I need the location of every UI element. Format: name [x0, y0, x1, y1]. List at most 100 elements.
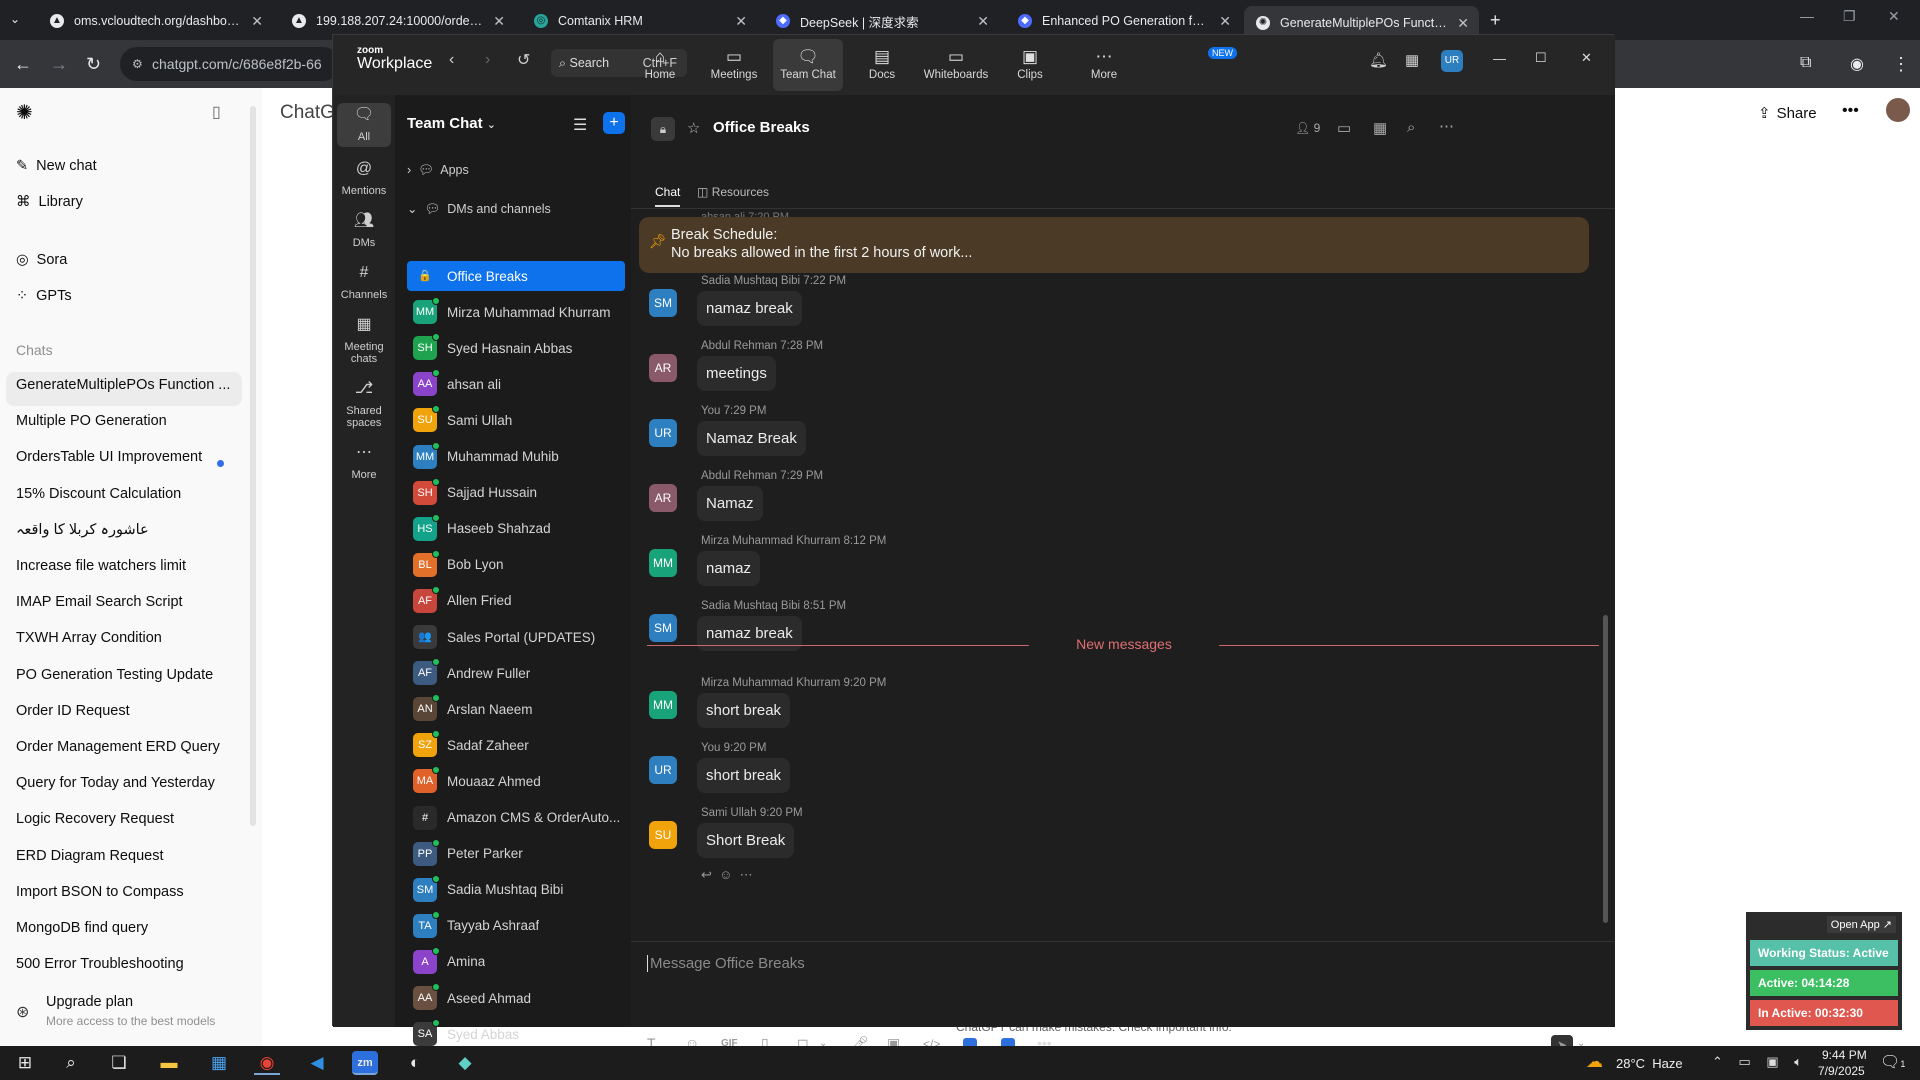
chat-history-item[interactable]: OrdersTable UI Improvement [16, 449, 241, 465]
chat-message[interactable]: MM Mirza Muhammad Khurram 9:20 PM short br… [649, 677, 1549, 735]
reply-icon[interactable]: ↩︎ [701, 867, 712, 882]
app-icon[interactable]: ◆ [452, 1051, 478, 1075]
avatar[interactable]: UR [649, 756, 677, 784]
open-app-button[interactable]: Open App ↗ [1826, 916, 1896, 933]
browser-tab[interactable]: ◆ Enhanced PO Generation for M ✕ [1006, 6, 1241, 36]
sender-name[interactable]: Abdul Rehman [701, 340, 777, 352]
video-icon[interactable]: ▭ [1337, 119, 1351, 137]
tab-more[interactable]: ⋯ More [1069, 47, 1139, 81]
contact-item[interactable]: BL Bob Lyon [407, 549, 625, 580]
calendar-icon[interactable]: ▦ [1405, 51, 1419, 69]
search-icon[interactable]: ⌕ [1407, 119, 1415, 136]
contact-item[interactable]: SH Sajjad Hussain [407, 477, 625, 508]
minimize-button[interactable]: — [1800, 8, 1814, 24]
restore-button[interactable]: ❐ [1843, 8, 1856, 25]
compose-button[interactable]: + [603, 112, 625, 134]
rail-meeting-chats[interactable]: ▦ Meeting chats [337, 313, 391, 366]
forward-icon[interactable]: › [485, 51, 490, 69]
extension-icon[interactable]: ⧉ [1800, 54, 1811, 72]
close-icon[interactable]: ✕ [251, 13, 263, 30]
contact-item[interactable]: SU Sami Ullah [407, 405, 625, 435]
close-window-button[interactable]: ✕ [1581, 50, 1592, 66]
close-icon[interactable]: ✕ [1457, 15, 1469, 32]
avatar[interactable]: AR [649, 484, 677, 512]
chat-message[interactable]: SM Sadia Mushtaq Bibi 7:22 PM namaz break [649, 275, 1549, 333]
sidebar-toggle-icon[interactable]: ▯ [212, 102, 221, 122]
tab-team-chat[interactable]: 🗨︎ Team Chat [773, 39, 843, 91]
minimize-button[interactable]: — [1493, 51, 1506, 66]
library-link[interactable]: ⌘ Library [16, 194, 83, 210]
reload-icon[interactable]: ↻ [86, 54, 101, 75]
contact-item[interactable]: MA Mouaaz Ahmed [407, 766, 625, 796]
chat-history-item[interactable]: IMAP Email Search Script [16, 594, 241, 610]
rail-all[interactable]: 🗨︎ All [337, 103, 391, 147]
chat-scrollbar[interactable] [1603, 615, 1608, 923]
address-bar[interactable]: ⚙ chatgpt.com/c/686e8f2b-66 [120, 47, 340, 81]
chat-message[interactable]: UR You 7:29 PM Namaz Break [649, 405, 1549, 463]
notification-icon[interactable]: 🗨︎1 [1880, 1052, 1905, 1072]
avatar[interactable]: AR [649, 354, 677, 382]
new-tab-button[interactable]: + [1490, 10, 1501, 31]
new-chat-link[interactable]: ✎ New chat [16, 158, 97, 174]
chat-history-item[interactable]: TXWH Array Condition [16, 630, 241, 646]
chat-history-item[interactable]: GenerateMultiplePOs Function ... [16, 377, 241, 393]
close-icon[interactable]: ✕ [977, 13, 989, 30]
chat-history-item[interactable]: PO Generation Testing Update [16, 667, 241, 683]
browser-tab[interactable]: ▲ 199.188.207.24:10000/orders/6 ✕ [280, 6, 515, 36]
file-explorer-icon[interactable]: ▬ [156, 1051, 182, 1075]
chat-history-item[interactable]: 15% Discount Calculation [16, 486, 241, 502]
bell-icon[interactable]: 🔔︎ [1369, 51, 1388, 69]
filter-icon[interactable]: ☰ [573, 115, 587, 135]
chat-history-item[interactable]: Logic Recovery Request [16, 811, 241, 827]
site-info-icon[interactable]: ⚙ [132, 47, 143, 81]
clock-date[interactable]: 7/9/2025 [1818, 1064, 1865, 1078]
close-window-button[interactable]: ✕ [1888, 8, 1900, 25]
more-icon[interactable]: ⋯ [740, 867, 753, 882]
tab-home[interactable]: ⌂ Home [625, 47, 695, 81]
contact-item[interactable]: AA Aseed Ahmad [407, 983, 625, 1013]
rail-dms[interactable]: 👥︎ DMs [337, 209, 391, 253]
browser-tab[interactable]: ▲ oms.vcloudtech.org/dashboard ✕ [38, 6, 273, 36]
tab-docs[interactable]: ▤ Docs [847, 47, 917, 81]
sender-name[interactable]: Sadia Mushtaq Bibi [701, 275, 800, 287]
contact-item[interactable]: SM Sadia Mushtaq Bibi [407, 874, 625, 905]
upgrade-plan-button[interactable]: ⊛ Upgrade plan More access to the best m… [16, 994, 246, 1034]
apps-section[interactable]: › 💬︎ Apps [407, 163, 469, 178]
browser-tab[interactable]: ◆ DeepSeek | 深度求索 ✕ [764, 6, 999, 36]
contact-item[interactable]: HS Haseeb Shahzad [407, 513, 625, 544]
menu-icon[interactable]: ⋮ [1892, 54, 1910, 75]
chat-history-item[interactable]: Order Management ERD Query [16, 739, 241, 755]
star-icon[interactable]: ☆ [687, 119, 700, 137]
maximize-button[interactable]: ☐ [1535, 50, 1547, 66]
chat-history-item[interactable]: Order ID Request [16, 703, 241, 719]
model-title[interactable]: ChatG [280, 102, 335, 124]
windows-start-icon[interactable]: ⊞ [12, 1051, 38, 1075]
chat-message[interactable]: UR You 9:20 PM short break [649, 742, 1549, 800]
avatar[interactable]: SM [649, 289, 677, 317]
tray-icons[interactable]: ⌃ ▭ ▣ 🔈︎ [1712, 1054, 1808, 1070]
contact-item[interactable]: AF Allen Fried [407, 585, 625, 616]
contact-item[interactable]: PP Peter Parker [407, 838, 625, 869]
store-icon[interactable]: ▦ [206, 1051, 232, 1075]
chat-message[interactable]: MM Mirza Muhammad Khurram 8:12 PM namaz [649, 535, 1549, 593]
contact-item[interactable]: A Amina [407, 946, 625, 977]
dms-channels-section[interactable]: ⌄ 💬︎ DMs and channels [407, 201, 551, 217]
close-icon[interactable]: ✕ [493, 13, 505, 30]
tab-search-button[interactable]: ⌄ [10, 12, 20, 26]
weather-text[interactable]: 28°C Haze [1616, 1056, 1683, 1071]
more-options-icon[interactable]: ••• [1842, 102, 1859, 120]
browser-tab[interactable]: ◎ Comtanix HRM ✕ [522, 6, 757, 36]
avatar[interactable]: SM [649, 614, 677, 642]
vscode-icon[interactable]: ◀ [304, 1051, 330, 1075]
contact-item[interactable]: AN Arslan Naeem [407, 694, 625, 724]
avatar[interactable]: MM [649, 691, 677, 719]
tab-resources[interactable]: ◫ Resources [697, 185, 769, 199]
contact-item[interactable]: 👥 Sales Portal (UPDATES) [407, 622, 625, 652]
members-button[interactable]: 👤︎ 9 [1295, 121, 1320, 135]
contact-item[interactable]: SH Syed Hasnain Abbas [407, 333, 625, 363]
sender-name[interactable]: Abdul Rehman [701, 470, 777, 482]
sidebar-scrollbar[interactable] [250, 106, 256, 826]
chat-history-item[interactable]: عاشورہ کربلا کا واقعہ [16, 522, 241, 538]
sender-name[interactable]: Sami Ullah [701, 807, 757, 819]
contact-item[interactable]: AA ahsan ali [407, 369, 625, 399]
